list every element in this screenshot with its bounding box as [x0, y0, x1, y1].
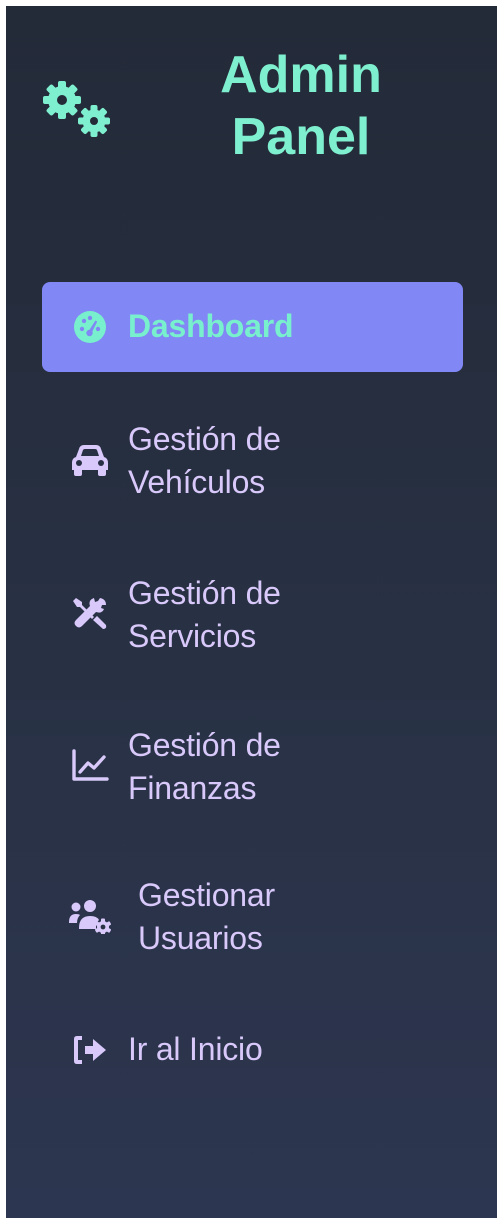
- gears-icon: [40, 80, 120, 144]
- nav-label-inicio: Ir al Inicio: [128, 1031, 263, 1067]
- nav-label-servicios: Gestión de Servicios: [128, 575, 281, 654]
- brand-title-line2: Panel: [231, 108, 371, 166]
- nav-item-inicio[interactable]: Ir al Inicio: [42, 1022, 463, 1078]
- nav-label-finanzas: Gestión de Finanzas: [128, 727, 281, 806]
- tachometer-icon: [68, 305, 112, 349]
- nav-item-dashboard[interactable]: Dashboard: [42, 282, 463, 372]
- brand-title: Admin Panel: [176, 44, 426, 168]
- brand-title-line1: Admin: [220, 46, 382, 104]
- nav-item-finanzas[interactable]: Gestión de Finanzas: [42, 714, 463, 814]
- nav-item-vehiculos[interactable]: Gestión de Vehículos: [42, 410, 463, 510]
- nav-label-usuarios: Gestionar Usuarios: [138, 877, 275, 956]
- sidebar-brand: Admin Panel: [6, 6, 497, 206]
- sign-out-icon: [68, 1028, 112, 1072]
- chart-line-icon: [68, 744, 112, 788]
- admin-sidebar: Admin Panel Dashboard Gestión de Vehícul…: [6, 6, 497, 1218]
- nav-item-usuarios[interactable]: Gestionar Usuarios: [42, 866, 463, 966]
- nav-item-servicios[interactable]: Gestión de Servicios: [42, 562, 463, 662]
- nav-label-vehiculos: Gestión de Vehículos: [128, 421, 281, 500]
- car-icon: [68, 438, 112, 482]
- nav-label-dashboard: Dashboard: [128, 308, 294, 344]
- tools-icon: [68, 592, 112, 636]
- users-cog-icon: [68, 894, 112, 938]
